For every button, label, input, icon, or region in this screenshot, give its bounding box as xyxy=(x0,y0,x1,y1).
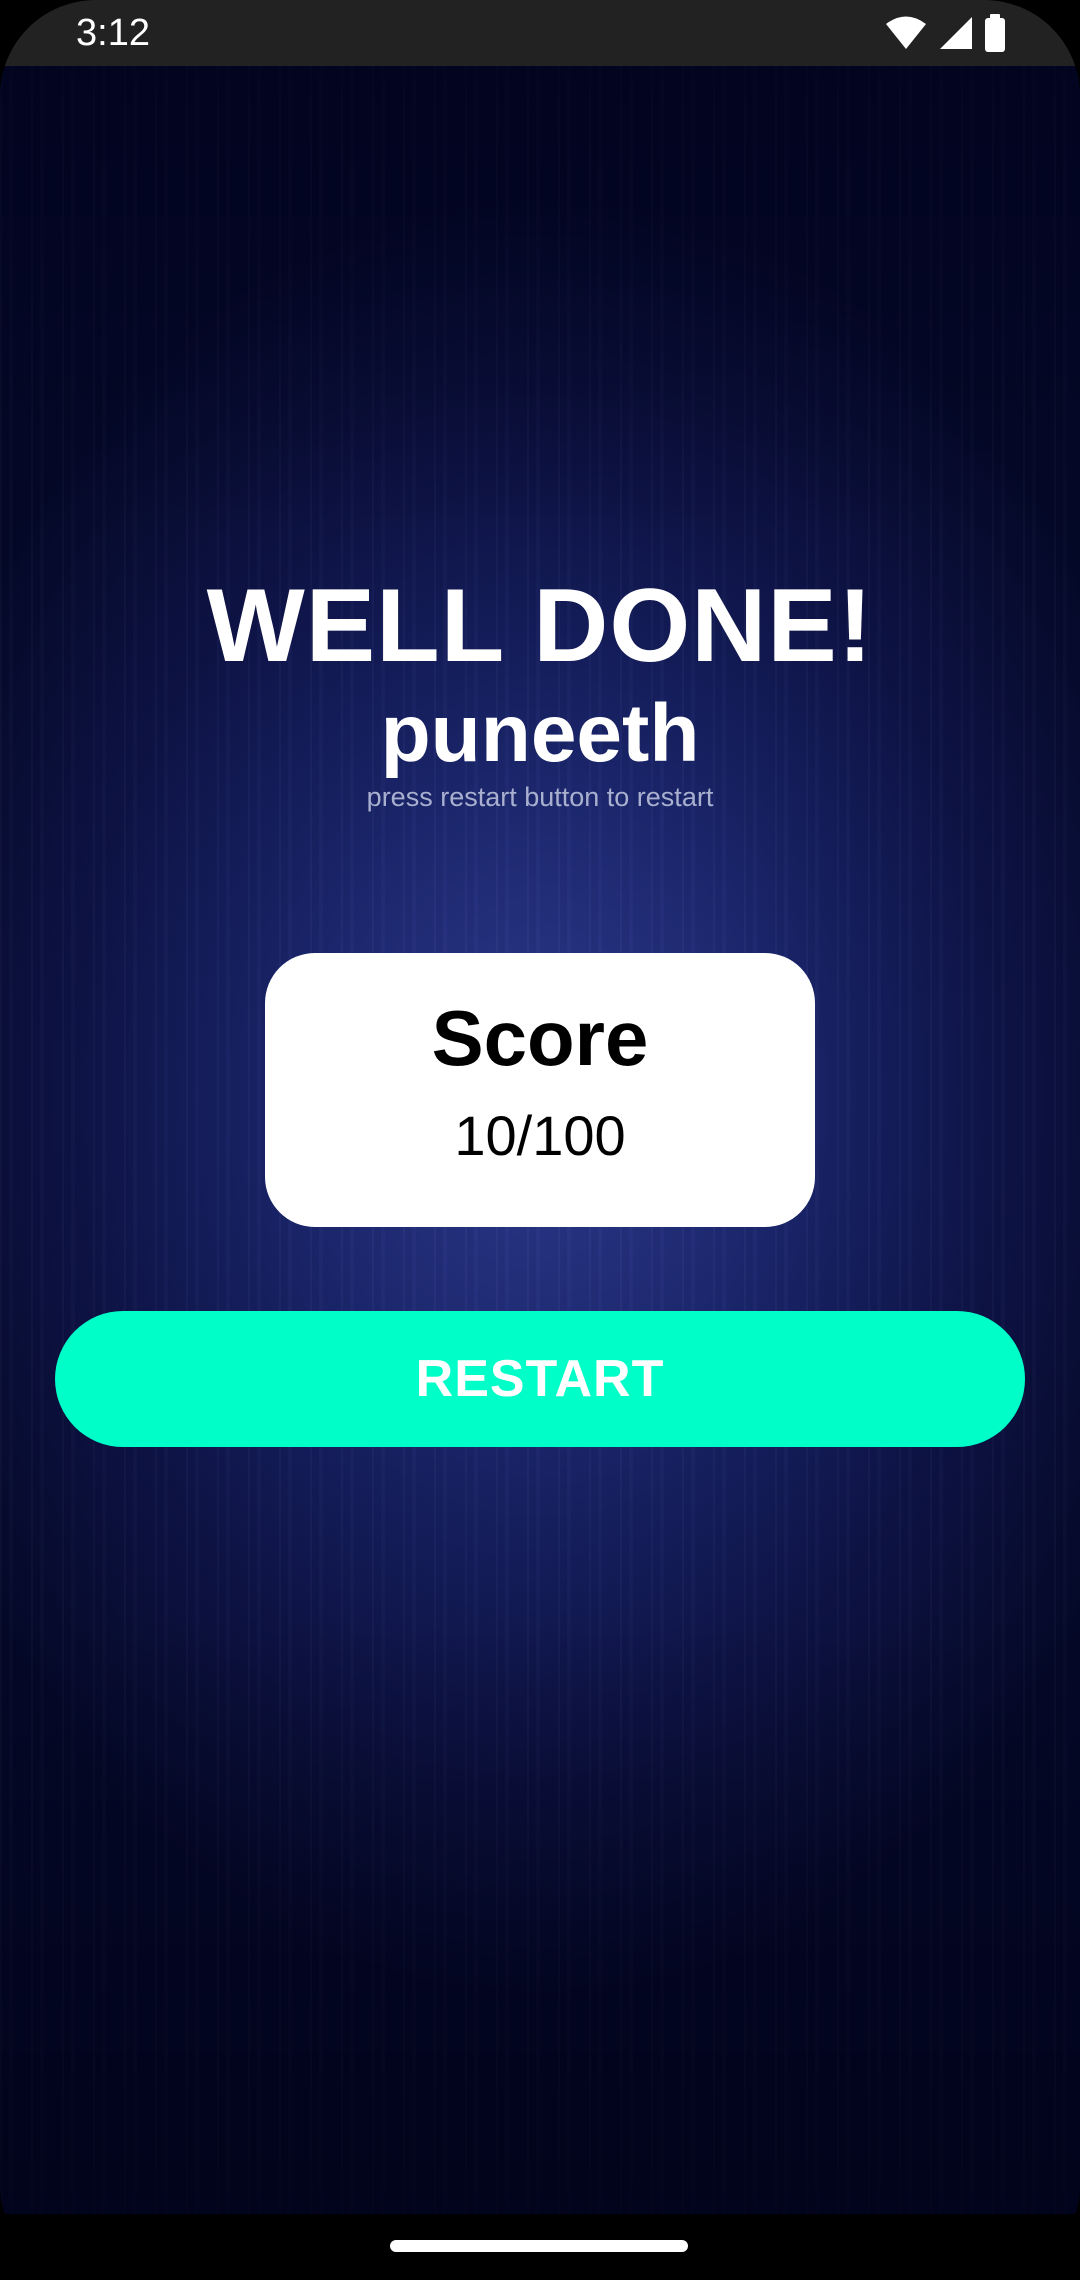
result-title: WELL DONE! xyxy=(206,568,874,684)
game-over-screen: WELL DONE! puneeth press restart button … xyxy=(0,66,1080,2214)
signal-icon xyxy=(938,15,974,51)
restart-hint: press restart button to restart xyxy=(366,782,714,812)
home-gesture-handle[interactable] xyxy=(390,2240,688,2252)
status-icons xyxy=(884,14,1006,52)
restart-button[interactable]: RESTART xyxy=(55,1311,1025,1447)
status-bar: 3:12 xyxy=(0,0,1080,66)
navigation-bar xyxy=(0,2214,1080,2280)
score-card: Score 10/100 xyxy=(265,953,815,1227)
wifi-icon xyxy=(884,15,928,51)
phone-screen: 3:12 WELL DONE! puneeth press restart bu… xyxy=(0,0,1080,2280)
player-name: puneeth xyxy=(380,688,700,779)
score-value: 10/100 xyxy=(454,1104,626,1167)
score-label: Score xyxy=(431,994,649,1082)
status-time: 3:12 xyxy=(76,12,150,54)
battery-icon xyxy=(984,14,1006,52)
